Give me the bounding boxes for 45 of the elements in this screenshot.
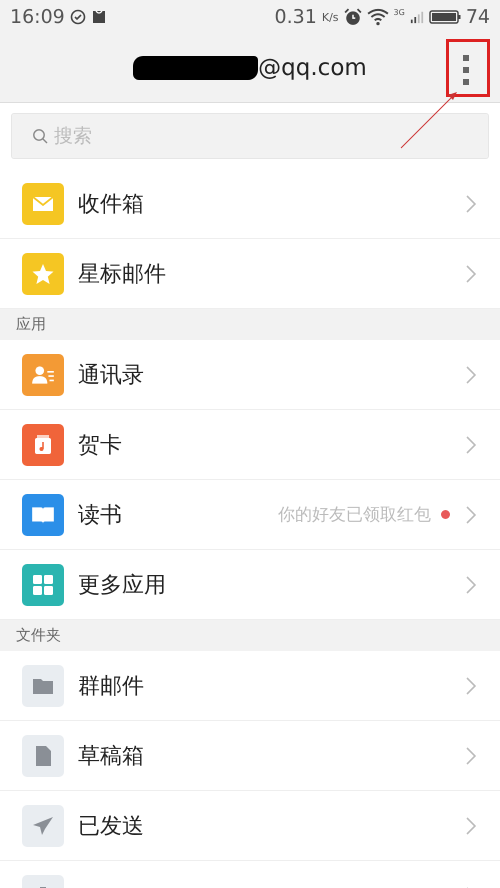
chevron-right-icon [466,816,476,834]
speed-unit: K/s [322,10,339,24]
chevron-right-icon [466,506,476,524]
menu-row[interactable]: 贺卡 [0,410,500,480]
grid-icon [31,572,55,596]
row-label: 通讯录 [78,362,144,390]
section-header: 应用 [16,315,46,334]
network-speed: 0.31 [274,6,317,28]
row-label: 草稿箱 [78,742,144,770]
battery-icon [428,9,461,25]
battery-level: 74 [466,6,490,28]
account-email: @qq.com [258,55,367,81]
row-label: 更多应用 [78,572,166,600]
chevron-right-icon [466,576,476,594]
menu-row[interactable]: 通讯录 [0,340,500,410]
chevron-right-icon [466,676,476,694]
chevron-right-icon [466,746,476,764]
status-time: 16:09 [10,6,65,28]
menu-row[interactable]: 读书 你的好友已领取红包 [0,480,500,550]
row-label: 群邮件 [78,672,144,700]
row-label: 已发送 [78,812,144,840]
bag-icon [90,9,107,25]
menu-row[interactable]: 已发送 [0,791,500,861]
chevron-right-icon [466,194,476,212]
row-label: 星标邮件 [78,260,166,288]
alarm-clock-icon [344,8,362,26]
chevron-right-icon [466,264,476,282]
more-vertical-icon [463,55,469,85]
menu-row[interactable]: 群邮件 [0,651,500,721]
row-note: 你的好友已领取红包 [278,504,431,526]
chevron-right-icon [466,436,476,454]
annotation-frame [446,39,490,97]
check-circle-icon [70,9,86,25]
annotation-arrow [400,89,460,149]
menu-row[interactable]: 草稿箱 [0,721,500,791]
search-icon [32,128,48,144]
chevron-right-icon [466,366,476,384]
menu-row[interactable]: 收件箱 [0,169,500,239]
network-type: 3G [394,8,405,17]
row-label: 贺卡 [78,432,122,460]
wifi-icon [366,8,389,26]
row-label: 读书 [78,502,122,530]
row-label: 收件箱 [78,190,144,218]
star-icon [31,262,55,286]
section-header: 文件夹 [16,626,61,645]
